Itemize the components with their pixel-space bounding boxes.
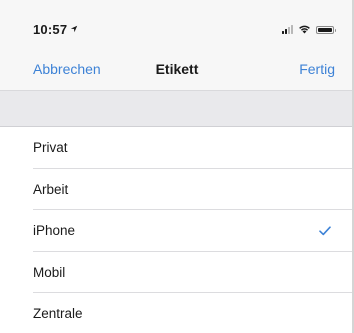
list-item-label: iPhone — [33, 223, 76, 239]
section-header-band — [0, 90, 354, 127]
battery-icon — [316, 26, 336, 34]
status-time-text: 10:57 — [33, 22, 68, 37]
list-item-mobil[interactable]: Mobil — [0, 252, 354, 293]
status-time: 10:57 — [33, 22, 78, 37]
list-item-arbeit[interactable]: Arbeit — [0, 169, 354, 210]
status-icons — [282, 24, 336, 34]
list-item-label: Zentrale — [33, 306, 83, 322]
checkmark-icon — [319, 226, 331, 235]
list-item-privat[interactable]: Privat — [0, 127, 354, 169]
status-bar: 10:57 — [0, 0, 354, 48]
list-item-label: Mobil — [33, 264, 66, 280]
list-item-iphone[interactable]: iPhone — [0, 210, 354, 252]
location-arrow-icon — [70, 24, 78, 36]
list-item-label: Arbeit — [33, 181, 69, 197]
list-item-zentrale[interactable]: Zentrale — [0, 293, 354, 333]
wifi-icon — [299, 25, 310, 34]
done-button[interactable]: Fertig — [299, 61, 335, 77]
list-item-label: Privat — [33, 140, 68, 156]
label-options-list: Privat Arbeit iPhone Mobil Zentrale — [0, 127, 354, 333]
navigation-bar: Abbrechen Etikett Fertig — [0, 48, 354, 90]
phone-screen: 10:57 Abbrechen Etikett Fertig Privat Ar… — [0, 0, 354, 333]
signal-bars-icon — [282, 25, 293, 34]
